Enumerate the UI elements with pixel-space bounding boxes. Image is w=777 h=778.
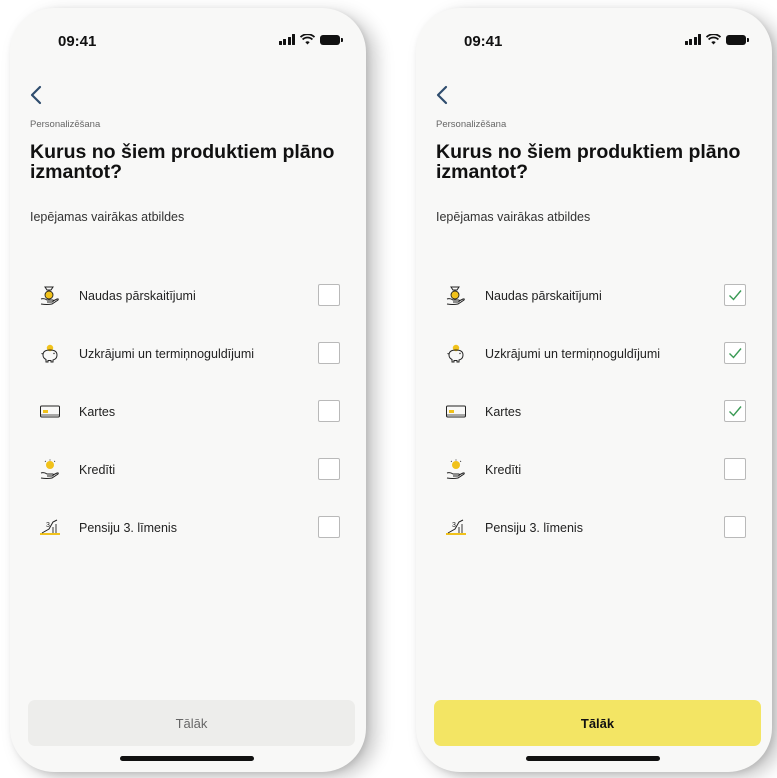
status-bar: 09:41	[10, 30, 366, 54]
breadcrumb: Personalizēšana	[436, 119, 507, 130]
option-savings-deposits[interactable]: Uzkrājumi un termiņnoguldījumi	[416, 330, 772, 388]
checkbox-checked[interactable]	[724, 284, 746, 306]
signal-icon	[684, 34, 701, 45]
multiple-answers-hint: Iepējamas vairākas atbildes	[30, 210, 185, 224]
option-cards[interactable]: Kartes	[416, 388, 772, 446]
checkmark-icon	[729, 348, 742, 359]
signal-icon	[278, 34, 295, 45]
option-label: Naudas pārskaitījumi	[79, 289, 196, 303]
chevron-left-icon	[30, 85, 42, 105]
checkbox-checked[interactable]	[724, 400, 746, 422]
option-label: Kredīti	[485, 463, 522, 477]
money-transfer-icon	[445, 284, 467, 306]
pension-chart-icon: 3	[39, 516, 61, 538]
checkbox[interactable]	[318, 284, 340, 306]
product-options-list: Naudas pārskaitījumi Uzkrājumi un termiņ…	[416, 272, 772, 562]
option-label: Pensiju 3. līmenis	[79, 521, 177, 535]
back-button[interactable]	[432, 84, 454, 106]
option-label: Naudas pārskaitījumi	[485, 289, 602, 303]
status-bar: 09:41	[416, 30, 772, 54]
battery-icon	[320, 34, 343, 45]
next-button[interactable]: Tālāk	[434, 700, 761, 746]
back-button[interactable]	[26, 84, 48, 106]
checkbox[interactable]	[724, 516, 746, 538]
option-loans[interactable]: Kredīti	[416, 446, 772, 504]
option-loans[interactable]: Kredīti	[10, 446, 366, 504]
battery-icon	[726, 34, 749, 45]
status-time: 09:41	[464, 33, 503, 50]
phone-screen-unselected: 09:41 Personalizēšana Kurus no šiem prod…	[10, 8, 366, 772]
home-indicator	[526, 756, 660, 761]
option-label: Pensiju 3. līmenis	[485, 521, 583, 535]
breadcrumb: Personalizēšana	[30, 119, 101, 130]
loan-icon	[39, 458, 61, 480]
piggy-bank-icon	[39, 342, 61, 364]
card-icon	[445, 400, 467, 422]
page-title: Kurus no šiem produktiem plāno izmantot?	[30, 141, 335, 183]
option-label: Uzkrājumi un termiņnoguldījumi	[485, 347, 661, 361]
card-icon	[39, 400, 61, 422]
checkbox-checked[interactable]	[724, 342, 746, 364]
option-money-transfers[interactable]: Naudas pārskaitījumi	[416, 272, 772, 330]
checkmark-icon	[729, 290, 742, 301]
status-icons	[684, 34, 749, 45]
wifi-icon	[706, 34, 721, 45]
option-money-transfers[interactable]: Naudas pārskaitījumi	[10, 272, 366, 330]
piggy-bank-icon	[445, 342, 467, 364]
product-options-list: Naudas pārskaitījumi Uzkrājumi un termiņ…	[10, 272, 366, 562]
page-title: Kurus no šiem produktiem plāno izmantot?	[436, 141, 741, 183]
checkbox[interactable]	[318, 516, 340, 538]
checkbox[interactable]	[318, 458, 340, 480]
home-indicator	[120, 756, 254, 761]
status-icons	[278, 34, 343, 45]
checkbox[interactable]	[318, 342, 340, 364]
pension-chart-icon: 3	[445, 516, 467, 538]
option-label: Kartes	[485, 405, 522, 419]
multiple-answers-hint: Iepējamas vairākas atbildes	[436, 210, 591, 224]
option-pension-tier3[interactable]: 3 Pensiju 3. līmenis	[416, 504, 772, 562]
option-cards[interactable]: Kartes	[10, 388, 366, 446]
comparison-stage: 09:41 Personalizēšana Kurus no šiem prod…	[0, 0, 777, 778]
checkbox[interactable]	[318, 400, 340, 422]
option-label: Uzkrājumi un termiņnoguldījumi	[79, 347, 255, 361]
wifi-icon	[300, 34, 315, 45]
checkbox[interactable]	[724, 458, 746, 480]
status-time: 09:41	[58, 33, 97, 50]
phone-screen-selected: 09:41 Personalizēšana Kurus no šiem prod…	[416, 8, 772, 772]
loan-icon	[445, 458, 467, 480]
option-savings-deposits[interactable]: Uzkrājumi un termiņnoguldījumi	[10, 330, 366, 388]
option-label: Kartes	[79, 405, 116, 419]
option-pension-tier3[interactable]: 3 Pensiju 3. līmenis	[10, 504, 366, 562]
option-label: Kredīti	[79, 463, 116, 477]
chevron-left-icon	[436, 85, 448, 105]
checkmark-icon	[729, 406, 742, 417]
next-button[interactable]: Tālāk	[28, 700, 355, 746]
money-transfer-icon	[39, 284, 61, 306]
